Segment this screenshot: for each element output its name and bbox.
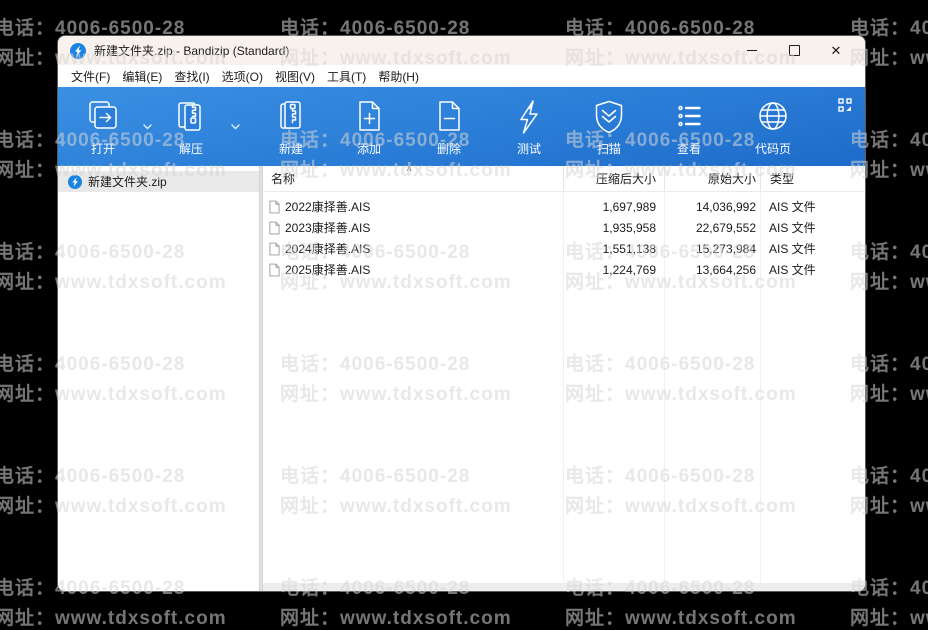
customize-toolbar-icon[interactable] — [838, 98, 852, 112]
menu-view[interactable]: 视图(V) — [269, 65, 321, 87]
file-rows: 2022康择善.AIS 1,697,989 14,036,992 AIS 文件 … — [263, 192, 865, 280]
table-row[interactable]: 2022康择善.AIS 1,697,989 14,036,992 AIS 文件 — [263, 196, 865, 217]
file-packed-size: 1,697,989 — [563, 196, 664, 217]
view-icon — [669, 97, 709, 137]
file-original-size: 15,273,984 — [664, 238, 760, 259]
file-name: 2022康择善.AIS — [285, 198, 370, 215]
extract-icon — [171, 97, 211, 137]
minimize-icon[interactable] — [731, 36, 773, 65]
maximize-icon[interactable] — [773, 36, 815, 65]
file-original-size: 13,664,256 — [664, 259, 760, 280]
column-header-type[interactable]: 类型 — [760, 166, 865, 191]
add-button[interactable]: 添加 — [338, 97, 400, 157]
chevron-down-icon — [143, 124, 152, 130]
watermark-text: 网址：www.tdxsoft.com — [850, 608, 928, 630]
add-file-icon — [349, 97, 389, 137]
menu-edit[interactable]: 编辑(E) — [116, 65, 168, 87]
new-archive-button[interactable]: 新建 — [260, 97, 322, 157]
table-row[interactable]: 2025康择善.AIS 1,224,769 13,664,256 AIS 文件 — [263, 259, 865, 280]
toolbar-button-label: 代码页 — [755, 140, 791, 157]
view-button[interactable]: 查看 — [658, 97, 720, 157]
toolbar-button-label: 添加 — [357, 140, 381, 157]
chevron-down-icon — [231, 124, 240, 130]
menu-help[interactable]: 帮助(H) — [372, 65, 425, 87]
open-button[interactable]: 打开 — [72, 97, 134, 157]
watermark-text: 网址：www.tdxsoft.com — [280, 608, 512, 630]
file-packed-size: 1,224,769 — [563, 259, 664, 280]
column-header-packed-size[interactable]: 压缩后大小 — [563, 166, 664, 191]
bandizip-logo-icon — [68, 175, 82, 189]
file-packed-size: 1,935,958 — [563, 217, 664, 238]
tree-item-archive-root[interactable]: 新建文件夹.zip — [58, 171, 259, 192]
bandizip-window: 新建文件夹.zip - Bandizip (Standard) ✕ 文件(F) … — [57, 35, 866, 592]
menu-file[interactable]: 文件(F) — [65, 65, 116, 87]
file-type: AIS 文件 — [760, 196, 865, 217]
window-title: 新建文件夹.zip - Bandizip (Standard) — [94, 42, 289, 59]
file-packed-size: 1,551,138 — [563, 238, 664, 259]
delete-button[interactable]: 删除 — [418, 97, 480, 157]
toolbar-button-label: 删除 — [437, 140, 461, 157]
menu-tools[interactable]: 工具(T) — [321, 65, 372, 87]
tree-item-label: 新建文件夹.zip — [88, 173, 167, 190]
toolbar-button-label: 查看 — [677, 140, 701, 157]
file-original-size: 14,036,992 — [664, 196, 760, 217]
watermark-text: 网址：www.tdxsoft.com — [565, 608, 797, 630]
archive-tree-panel: 新建文件夹.zip — [58, 166, 259, 591]
file-type: AIS 文件 — [760, 217, 865, 238]
column-header-original-size[interactable]: 原始大小 — [664, 166, 760, 191]
table-row[interactable]: 2023康择善.AIS 1,935,958 22,679,552 AIS 文件 — [263, 217, 865, 238]
menu-bar: 文件(F) 编辑(E) 查找(I) 选项(O) 视图(V) 工具(T) 帮助(H… — [58, 65, 865, 87]
sort-ascending-icon: ∧ — [406, 164, 413, 173]
file-name: 2025康择善.AIS — [285, 261, 370, 278]
screenshot-root: { "window": { "title": "新建文件夹.zip - Band… — [0, 0, 928, 626]
toolbar: 打开 解压 新建 — [58, 87, 865, 166]
column-header-name[interactable]: 名称 — [263, 166, 563, 191]
toolbar-button-label: 打开 — [91, 140, 115, 157]
file-page-icon — [269, 263, 280, 277]
content-area: 新建文件夹.zip ∧ 名称 压缩后大小 原始大小 类型 2022康择善.AIS — [58, 166, 865, 591]
file-original-size: 22,679,552 — [664, 217, 760, 238]
watermark-text: 网址：www.tdxsoft.com — [0, 608, 227, 630]
extract-button[interactable]: 解压 — [160, 97, 222, 157]
toolbar-button-label: 新建 — [279, 140, 303, 157]
scan-icon — [589, 97, 629, 137]
extract-dropdown-button[interactable] — [222, 97, 248, 157]
delete-file-icon — [429, 97, 469, 137]
list-header: ∧ 名称 压缩后大小 原始大小 类型 — [263, 166, 865, 192]
open-archive-icon — [83, 97, 123, 137]
toolbar-button-label: 扫描 — [597, 140, 621, 157]
close-icon[interactable]: ✕ — [815, 36, 857, 65]
horizontal-scrollbar[interactable] — [263, 583, 865, 591]
file-name: 2024康择善.AIS — [285, 240, 370, 257]
menu-options[interactable]: 选项(O) — [216, 65, 269, 87]
window-controls: ✕ — [731, 36, 857, 65]
file-page-icon — [269, 200, 280, 214]
table-row[interactable]: 2024康择善.AIS 1,551,138 15,273,984 AIS 文件 — [263, 238, 865, 259]
test-icon — [509, 97, 549, 137]
toolbar-button-label: 解压 — [179, 140, 203, 157]
test-button[interactable]: 测试 — [498, 97, 560, 157]
title-bar[interactable]: 新建文件夹.zip - Bandizip (Standard) ✕ — [58, 36, 865, 65]
file-name: 2023康择善.AIS — [285, 219, 370, 236]
menu-find[interactable]: 查找(I) — [168, 65, 215, 87]
scan-button[interactable]: 扫描 — [578, 97, 640, 157]
bandizip-logo-icon — [70, 43, 86, 59]
new-archive-icon — [271, 97, 311, 137]
file-list-panel: ∧ 名称 压缩后大小 原始大小 类型 2022康择善.AIS 1,697,989… — [263, 166, 865, 591]
file-page-icon — [269, 221, 280, 235]
codepage-icon — [753, 97, 793, 137]
file-type: AIS 文件 — [760, 238, 865, 259]
file-page-icon — [269, 242, 280, 256]
open-dropdown-button[interactable] — [134, 97, 160, 157]
codepage-button[interactable]: 代码页 — [738, 97, 808, 157]
file-type: AIS 文件 — [760, 259, 865, 280]
toolbar-button-label: 测试 — [517, 140, 541, 157]
